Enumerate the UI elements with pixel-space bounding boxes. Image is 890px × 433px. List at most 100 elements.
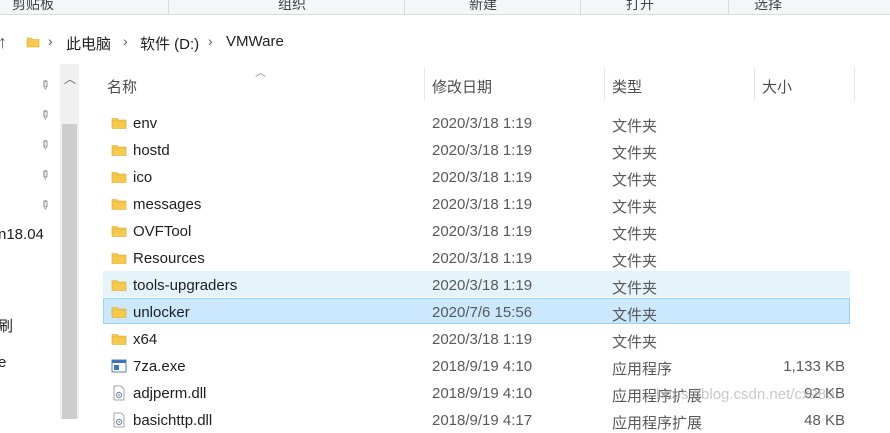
ribbon-separator [168, 0, 169, 14]
column-header-size[interactable]: 大小 [762, 76, 792, 97]
folder-icon [111, 145, 127, 156]
chevron-right-icon[interactable]: › [208, 33, 213, 49]
file-name: OVFTool [133, 223, 192, 240]
scrollbar-thumb[interactable] [62, 124, 77, 419]
ribbon-separator [404, 0, 405, 14]
column-divider[interactable] [604, 68, 605, 100]
folder-icon [111, 307, 127, 318]
file-type: 文件夹 [612, 226, 658, 243]
pin-icon[interactable]: ✎ [37, 136, 54, 153]
nav-item[interactable]: e [0, 354, 6, 371]
file-date: 2020/3/18 1:19 [432, 223, 533, 240]
file-type: 文件夹 [612, 307, 658, 324]
file-row[interactable]: messages 2020/3/18 1:19 文件夹 [103, 190, 850, 216]
file-type: 文件夹 [612, 334, 658, 351]
file-row[interactable]: unlocker 2020/7/6 15:56 文件夹 [103, 298, 850, 324]
chevron-up-icon[interactable]: ︿ [64, 70, 76, 87]
pin-icon[interactable]: ✎ [37, 196, 54, 213]
file-type: 文件夹 [612, 172, 658, 189]
file-row[interactable]: env 2020/3/18 1:19 文件夹 [103, 109, 850, 135]
file-name: env [133, 115, 158, 132]
nav-scrollbar[interactable]: ︿ [60, 64, 79, 419]
ribbon-group-new[interactable]: 新建 [469, 0, 497, 14]
file-date: 2020/3/18 1:19 [432, 169, 533, 186]
address-bar[interactable]: ↑ › 此电脑 › 软件 (D:) › VMWare [0, 27, 890, 57]
chevron-right-icon[interactable]: › [123, 33, 128, 49]
column-divider[interactable] [754, 68, 755, 100]
dll-icon [113, 412, 125, 428]
file-row[interactable]: Resources 2020/3/18 1:19 文件夹 [103, 244, 850, 270]
file-date: 2020/3/18 1:19 [432, 196, 533, 213]
file-type: 文件夹 [612, 145, 658, 162]
file-type: 文件夹 [612, 118, 658, 135]
folder-icon [111, 199, 127, 210]
file-date: 2020/7/6 15:56 [432, 304, 533, 321]
file-name: hostd [133, 142, 170, 159]
file-row[interactable]: 7za.exe 2018/9/19 4:10 应用程序 1,133 KB [103, 352, 850, 378]
file-date: 2020/3/18 1:19 [432, 142, 533, 159]
file-name: basichttp.dll [133, 412, 213, 429]
file-name: tools-upgraders [133, 277, 238, 294]
pin-icon[interactable]: ✎ [37, 76, 54, 93]
breadcrumb-drive-d[interactable]: 软件 (D:) [140, 33, 199, 54]
ribbon-separator [728, 0, 729, 14]
folder-icon [111, 253, 127, 264]
file-name: adjperm.dll [133, 385, 207, 402]
up-arrow-icon[interactable]: ↑ [0, 33, 7, 51]
ribbon-group-clipboard[interactable]: 剪贴板 [12, 0, 54, 14]
column-header-date[interactable]: 修改日期 [432, 76, 492, 97]
ribbon-group-organize[interactable]: 组织 [278, 0, 306, 14]
ribbon-group-select[interactable]: 选择 [754, 0, 782, 14]
folder-icon [111, 280, 127, 291]
file-row[interactable]: basichttp.dll 2018/9/19 4:17 应用程序扩展 48 KB [103, 406, 850, 432]
file-date: 2018/9/19 4:10 [432, 358, 533, 375]
file-row[interactable]: hostd 2020/3/18 1:19 文件夹 [103, 136, 850, 162]
folder-icon [111, 118, 127, 129]
file-type: 应用程序扩展 [612, 415, 703, 432]
dll-icon [113, 385, 125, 401]
file-date: 2020/3/18 1:19 [432, 115, 533, 132]
ribbon-group-open[interactable]: 打开 [626, 0, 654, 14]
file-row[interactable]: tools-upgraders 2020/3/18 1:19 文件夹 [103, 271, 850, 297]
file-date: 2020/3/18 1:19 [432, 250, 533, 267]
column-header-name[interactable]: 名称 [107, 76, 137, 97]
file-row[interactable]: x64 2020/3/18 1:19 文件夹 [103, 325, 850, 351]
folder-icon [111, 334, 127, 345]
file-type: 文件夹 [612, 199, 658, 216]
sort-ascending-icon: ︿ [255, 67, 266, 79]
file-name: ico [133, 169, 153, 186]
file-name: Resources [133, 250, 205, 267]
column-divider[interactable] [854, 68, 855, 100]
file-row[interactable]: OVFTool 2020/3/18 1:19 文件夹 [103, 217, 850, 243]
ribbon: 剪贴板 组织 新建 打开 选择 [0, 0, 890, 15]
breadcrumb-vmware[interactable]: VMWare [226, 33, 284, 50]
file-date: 2020/3/18 1:19 [432, 331, 533, 348]
file-type: 文件夹 [612, 253, 658, 270]
chevron-right-icon[interactable]: › [48, 33, 53, 49]
nav-item[interactable]: n18.04 [0, 226, 44, 243]
file-size: 1,133 KB [783, 358, 845, 375]
breadcrumb-this-pc[interactable]: 此电脑 [66, 33, 111, 54]
file-name: x64 [133, 331, 158, 348]
ribbon-separator [580, 0, 581, 14]
pin-icon[interactable]: ✎ [37, 106, 54, 123]
file-name: unlocker [133, 304, 190, 321]
file-name: 7za.exe [133, 358, 186, 375]
file-size: 48 KB [804, 412, 845, 429]
file-date: 2020/3/18 1:19 [432, 277, 533, 294]
exe-icon [111, 359, 127, 373]
nav-item[interactable]: 刷 [0, 315, 13, 336]
column-header-type[interactable]: 类型 [612, 76, 642, 97]
folder-icon [26, 37, 40, 48]
file-date: 2018/9/19 4:17 [432, 412, 533, 429]
watermark: https://blog.csdn.net/cx980 [656, 386, 835, 403]
pin-icon[interactable]: ✎ [37, 166, 54, 183]
file-name: messages [133, 196, 202, 213]
column-divider[interactable] [424, 68, 425, 100]
file-date: 2018/9/19 4:10 [432, 385, 533, 402]
file-row[interactable]: ico 2020/3/18 1:19 文件夹 [103, 163, 850, 189]
file-type: 应用程序 [612, 361, 673, 378]
folder-icon [111, 226, 127, 237]
file-type: 文件夹 [612, 280, 658, 297]
folder-icon [111, 172, 127, 183]
